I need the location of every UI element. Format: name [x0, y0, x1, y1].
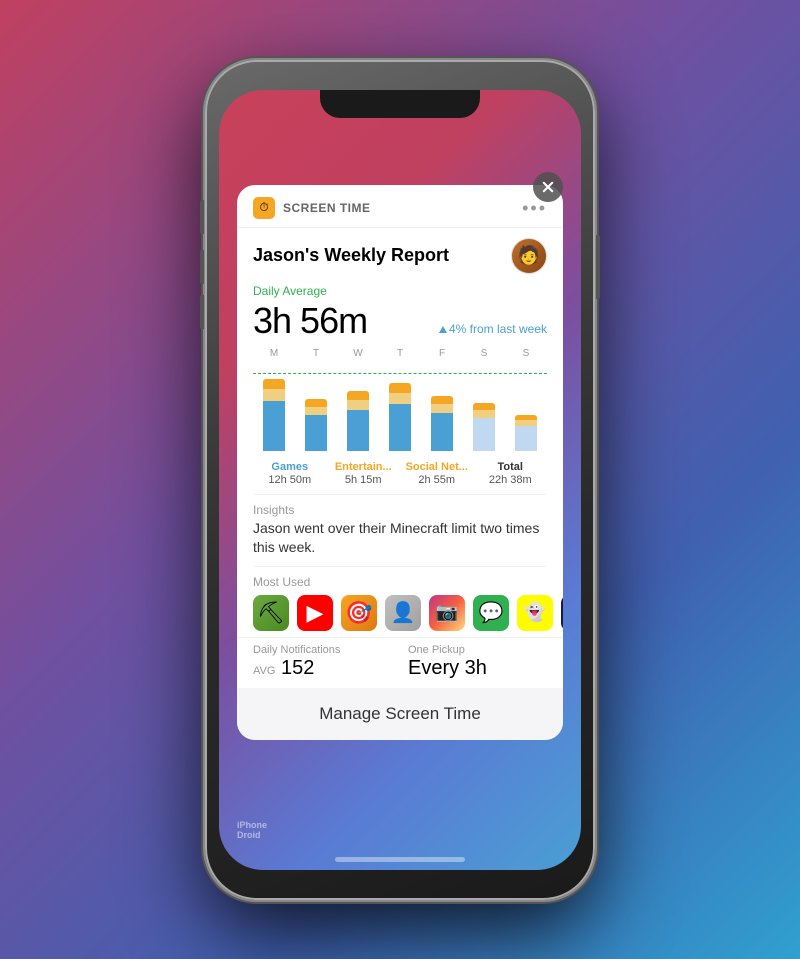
bar-sunday: [512, 363, 540, 451]
day-w: W: [344, 348, 372, 359]
cat-entertain-time: 5h 15m: [327, 474, 401, 486]
widget-header-left: ⏱ SCREEN TIME: [253, 197, 371, 219]
close-button[interactable]: [533, 172, 563, 202]
bar-wednesday: [344, 363, 372, 451]
avatar: 🧑: [511, 238, 547, 274]
bar-tuesday: [302, 363, 330, 451]
manage-button-wrap: Manage Screen Time: [237, 688, 563, 740]
app-minecraft[interactable]: ⛏: [253, 595, 289, 631]
daily-average-section: Daily Average 3h 56m 4% from last week: [237, 280, 563, 342]
divider-2: [253, 566, 547, 567]
arrow-up-icon: [439, 326, 447, 333]
stat-pickup: One Pickup Every 3h: [408, 644, 547, 680]
report-title: Jason's Weekly Report: [253, 245, 449, 266]
chart-days: M T W T F S S: [253, 348, 547, 359]
watermark: iPhoneDroid: [237, 820, 267, 840]
most-used-section: Most Used ⛏ ▶ 🎯 👤: [237, 571, 563, 637]
day-s2: S: [512, 348, 540, 359]
page-background: ⏱ SCREEN TIME ••• Jason's Weekly Report …: [0, 0, 800, 959]
cat-entertain: Entertain... 5h 15m: [327, 461, 401, 486]
app-game2[interactable]: 🎯: [341, 595, 377, 631]
daily-average-label: Daily Average: [253, 284, 547, 298]
notifications-number: 152: [281, 657, 314, 679]
widget-header: ⏱ SCREEN TIME •••: [237, 185, 563, 228]
category-labels: Games 12h 50m Entertain... 5h 15m Social…: [237, 455, 563, 490]
screen-time-app-icon: ⏱: [253, 197, 275, 219]
cat-total: Total 22h 38m: [474, 461, 548, 486]
cat-social-name: Social Net...: [400, 461, 474, 473]
app-snapchat[interactable]: 👻: [517, 595, 553, 631]
phone-device: ⏱ SCREEN TIME ••• Jason's Weekly Report …: [205, 60, 595, 900]
insights-text: Jason went over their Minecraft limit tw…: [253, 519, 547, 558]
cat-social: Social Net... 2h 55m: [400, 461, 474, 486]
notifications-value: AVG 152: [253, 657, 392, 680]
bar-saturday: [470, 363, 498, 451]
cat-social-time: 2h 55m: [400, 474, 474, 486]
daily-time-value: 3h 56m: [253, 300, 367, 342]
chart-section: M T W T F S S: [237, 342, 563, 455]
bar-friday: [428, 363, 456, 451]
daily-time-row: 3h 56m 4% from last week: [253, 300, 547, 342]
home-indicator: [335, 857, 465, 862]
stats-row: Daily Notifications AVG 152 One Pickup E…: [237, 637, 563, 688]
app-icons-row: ⛏ ▶ 🎯 👤 📷: [253, 595, 547, 631]
app-tv[interactable]: 📺: [561, 595, 563, 631]
app-instagram[interactable]: 📷: [429, 595, 465, 631]
notifications-label: Daily Notifications: [253, 644, 392, 656]
cat-entertain-name: Entertain...: [327, 461, 401, 473]
cat-games-name: Games: [253, 461, 327, 473]
manage-screen-time-button[interactable]: Manage Screen Time: [237, 688, 563, 740]
report-header: Jason's Weekly Report 🧑: [237, 228, 563, 280]
notch: [320, 90, 480, 118]
pickup-value: Every 3h: [408, 657, 547, 680]
chart-area: [253, 363, 547, 453]
divider-1: [253, 494, 547, 495]
day-s1: S: [470, 348, 498, 359]
app-photos[interactable]: 👤: [385, 595, 421, 631]
app-messages[interactable]: 💬: [473, 595, 509, 631]
cat-games-time: 12h 50m: [253, 474, 327, 486]
pickup-label: One Pickup: [408, 644, 547, 656]
day-t1: T: [302, 348, 330, 359]
cat-total-name: Total: [474, 461, 548, 473]
cat-total-time: 22h 38m: [474, 474, 548, 486]
chart-bars: [253, 363, 547, 453]
bar-monday: [260, 363, 288, 451]
avg-prefix: AVG: [253, 665, 275, 677]
daily-change-text: 4% from last week: [449, 322, 547, 336]
cat-games: Games 12h 50m: [253, 461, 327, 486]
day-f: F: [428, 348, 456, 359]
day-t2: T: [386, 348, 414, 359]
app-youtube[interactable]: ▶: [297, 595, 333, 631]
stat-notifications: Daily Notifications AVG 152: [253, 644, 392, 680]
most-used-label: Most Used: [253, 575, 547, 589]
widget-card: ⏱ SCREEN TIME ••• Jason's Weekly Report …: [237, 185, 563, 740]
widget-title: SCREEN TIME: [283, 201, 371, 215]
phone-screen: ⏱ SCREEN TIME ••• Jason's Weekly Report …: [219, 90, 581, 870]
watermark-text: iPhoneDroid: [237, 820, 267, 840]
insights-section: Insights Jason went over their Minecraft…: [237, 499, 563, 562]
chart-limit-line: [253, 373, 547, 374]
insights-label: Insights: [253, 503, 547, 517]
bar-thursday: [386, 363, 414, 451]
daily-change: 4% from last week: [439, 322, 547, 336]
day-m: M: [260, 348, 288, 359]
